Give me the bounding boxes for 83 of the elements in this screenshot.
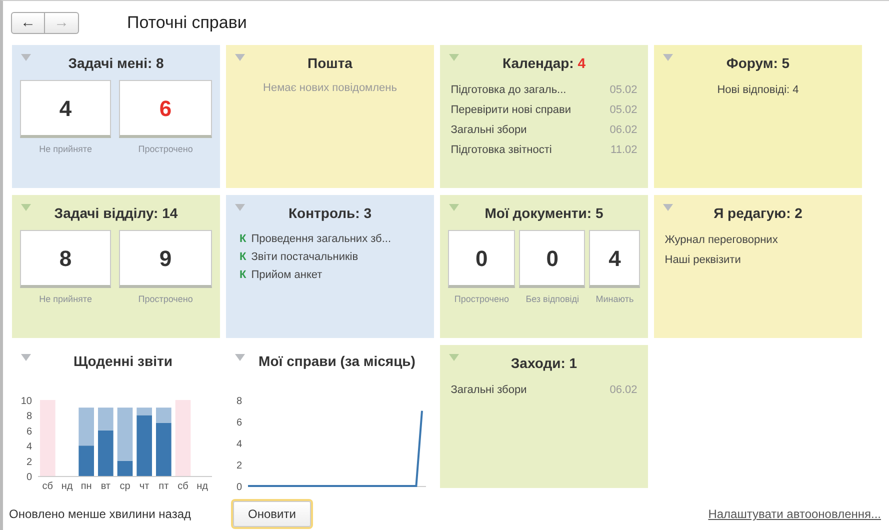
- axis-tick-label: 6: [236, 418, 242, 428]
- axis-label: пн: [80, 481, 92, 492]
- counter-label: Прострочено: [453, 293, 510, 306]
- collapse-icon[interactable]: [663, 54, 673, 61]
- event-date: 06.02: [610, 123, 638, 138]
- event-date: 06.02: [610, 383, 638, 398]
- event-link[interactable]: Перевірити нові справи: [450, 100, 572, 120]
- counter-tile[interactable]: 0: [448, 230, 516, 288]
- counter-tile[interactable]: 4: [20, 80, 112, 138]
- axis-tick-label: 0: [26, 472, 32, 483]
- control-mark: К: [240, 250, 246, 265]
- empty-message: Немає нових повідомлень: [262, 81, 398, 96]
- collapse-icon[interactable]: [21, 354, 31, 361]
- axis-tick-label: 10: [20, 396, 32, 407]
- axis-tick-label: 2: [26, 456, 32, 468]
- axis-tick-label: 8: [236, 396, 242, 407]
- event-link[interactable]: Підготовка звітності: [450, 140, 552, 160]
- axis-tick-label: 6: [26, 426, 32, 438]
- collapse-icon[interactable]: [449, 204, 459, 211]
- counter-tile[interactable]: 6: [119, 80, 212, 138]
- control-link[interactable]: Прийом анкет: [251, 266, 322, 284]
- panel-title: Форум: 5: [726, 55, 790, 71]
- axis-label: вт: [100, 481, 110, 492]
- counter-tile[interactable]: 8: [20, 230, 112, 288]
- event-link[interactable]: Підготовка до загаль...: [450, 80, 566, 100]
- counter-tile[interactable]: 9: [119, 230, 212, 288]
- counter-label: Не прийняте: [38, 293, 93, 306]
- panel-title: Мої документи: 5: [484, 205, 604, 221]
- axis-tick-label: 8: [26, 411, 32, 422]
- bar: [78, 408, 94, 446]
- autoupdate-settings-link[interactable]: Налаштувати автооновлення...: [708, 505, 881, 523]
- counter-label: Прострочено: [137, 143, 194, 156]
- bar: [78, 446, 94, 476]
- axis-label: чт: [139, 481, 150, 492]
- collapse-icon[interactable]: [21, 54, 31, 61]
- counter-tile[interactable]: 4: [589, 230, 640, 288]
- refresh-button[interactable]: Оновити: [233, 501, 311, 527]
- axis-tick-label: 0: [236, 482, 242, 493]
- counter-label: Минають: [594, 293, 635, 306]
- collapse-icon[interactable]: [235, 204, 245, 211]
- axis-label: ср: [120, 481, 130, 492]
- panel-title: Задачі мені: 8: [68, 55, 164, 71]
- event-date: 05.02: [610, 83, 638, 98]
- axis-tick-label: 4: [26, 442, 32, 453]
- collapse-icon[interactable]: [663, 204, 673, 211]
- panel-title: Заходи: 1: [510, 355, 578, 371]
- control-mark: К: [240, 268, 246, 283]
- axis-label: пт: [158, 481, 169, 492]
- list-link[interactable]: Нові відповіді: 4: [717, 84, 799, 96]
- axis-tick-label: 2: [236, 460, 242, 472]
- collapse-icon[interactable]: [449, 354, 459, 361]
- page-title: Поточні справи: [127, 12, 247, 34]
- axis-label: нд: [196, 481, 208, 492]
- event-date: 11.02: [610, 143, 638, 158]
- event-date: 05.02: [610, 103, 638, 118]
- collapse-icon[interactable]: [449, 54, 459, 61]
- counter-label: Не прийняте: [38, 143, 93, 156]
- control-link[interactable]: Звіти постачальників: [251, 248, 358, 266]
- counter-label: Прострочено: [137, 293, 194, 306]
- back-button[interactable]: ←: [11, 12, 45, 34]
- status-text: Оновлено менше хвилини назад: [9, 506, 192, 523]
- axis-label: сб: [42, 481, 54, 492]
- panel-title: Контроль: 3: [288, 205, 372, 221]
- counter-label: Без відповіді: [524, 293, 580, 306]
- list-link[interactable]: Журнал переговорних: [664, 234, 778, 246]
- collapse-icon[interactable]: [235, 354, 245, 361]
- counter-tile[interactable]: 0: [519, 230, 586, 288]
- event-link[interactable]: Загальні збори: [450, 380, 527, 400]
- control-link[interactable]: Проведення загальних зб...: [251, 230, 392, 248]
- axis-label: нд: [61, 481, 73, 492]
- panel-title: Пошта: [308, 55, 352, 71]
- list-link[interactable]: Наші реквізити: [664, 254, 741, 266]
- panel-title: Щоденні звіти: [74, 353, 172, 369]
- panel-title: Календар: 4: [502, 55, 586, 71]
- panel-title: Я редагую: 2: [714, 205, 802, 221]
- axis-tick-label: 4: [236, 439, 242, 450]
- panel-title: Мої справи (за місяць): [258, 353, 416, 369]
- axis-label: сб: [178, 481, 188, 492]
- event-link[interactable]: Загальні збори: [450, 120, 527, 140]
- collapse-icon[interactable]: [21, 204, 31, 211]
- collapse-icon[interactable]: [235, 54, 245, 61]
- panel-title: Задачі відділу: 14: [54, 205, 178, 221]
- control-mark: К: [240, 232, 246, 247]
